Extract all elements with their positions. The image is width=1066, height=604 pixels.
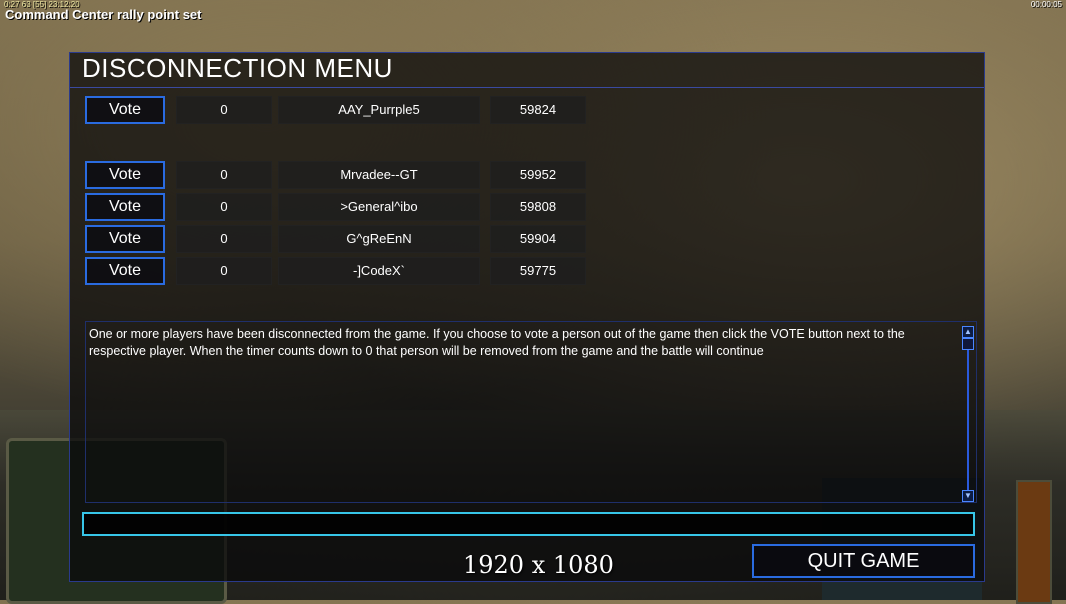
vote-count: 0 (176, 257, 272, 285)
scroll-thumb[interactable] (962, 338, 974, 350)
message-scrollbar[interactable]: ▲ ▼ (962, 326, 974, 502)
scroll-down-icon[interactable]: ▼ (962, 490, 974, 502)
vote-button[interactable]: Vote (85, 257, 165, 285)
player-name: >General^ibo (278, 193, 480, 221)
vote-button[interactable]: Vote (85, 96, 165, 124)
vote-button[interactable]: Vote (85, 193, 165, 221)
game-clock: 00:00:05 (1030, 0, 1062, 9)
vote-button[interactable]: Vote (85, 161, 165, 189)
scroll-track[interactable] (967, 326, 969, 502)
player-timer: 59824 (490, 96, 586, 124)
vote-count: 0 (176, 96, 272, 124)
disconnection-dialog: DISCONNECTION MENU Vote 0 AAY_Purrple5 5… (69, 52, 985, 582)
power-meter (1016, 480, 1052, 604)
disconnect-message: One or more players have been disconnect… (89, 327, 905, 358)
resolution-overlay: 1920 x 1080 (463, 551, 614, 579)
player-name: -]CodeX` (278, 257, 480, 285)
vote-count: 0 (176, 193, 272, 221)
vote-button[interactable]: Vote (85, 225, 165, 253)
player-timer: 59952 (490, 161, 586, 189)
quit-game-button[interactable]: QUIT GAME (752, 544, 975, 578)
player-timer: 59904 (490, 225, 586, 253)
player-timer: 59808 (490, 193, 586, 221)
message-area: One or more players have been disconnect… (85, 321, 977, 503)
dialog-title: DISCONNECTION MENU (82, 53, 393, 83)
player-name: AAY_Purrple5 (278, 96, 480, 124)
chat-input[interactable] (82, 512, 975, 536)
vote-count: 0 (176, 161, 272, 189)
status-message: Command Center rally point set (5, 7, 202, 22)
scroll-up-icon[interactable]: ▲ (962, 326, 974, 338)
player-name: G^gReEnN (278, 225, 480, 253)
player-timer: 59775 (490, 257, 586, 285)
vote-count: 0 (176, 225, 272, 253)
player-name: Mrvadee--GT (278, 161, 480, 189)
title-divider (70, 87, 984, 88)
